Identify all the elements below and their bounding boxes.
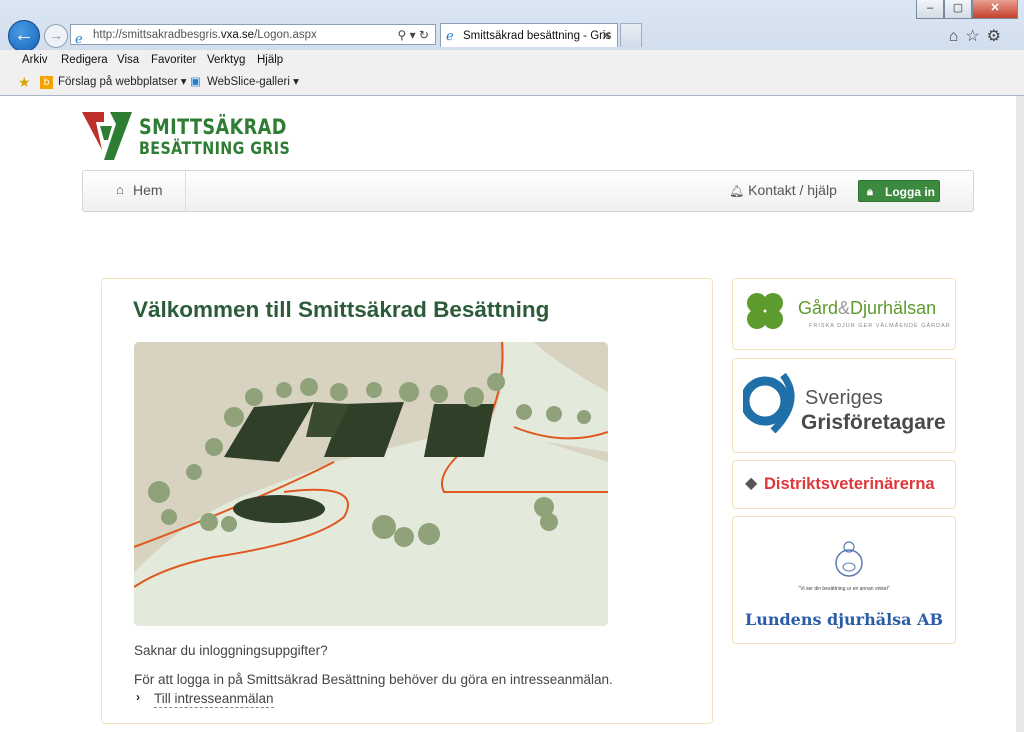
clover-logo-icon: [747, 293, 783, 329]
registration-info-text: För att logga in på Smittsäkrad Besättni…: [134, 672, 613, 687]
back-button[interactable]: ←: [8, 20, 40, 52]
logo-line-2: BESÄTTNING GRIS: [139, 139, 291, 159]
menu-help[interactable]: Hjälp: [257, 50, 283, 70]
dv-logo-icon: ◆: [745, 475, 758, 492]
farm-illustration: [134, 342, 608, 626]
home-icon: ⌂: [116, 182, 124, 197]
logo-line-1: SMITTSÄKRAD: [139, 115, 287, 139]
smittsakrad-logo-icon: [82, 112, 132, 160]
gd-name: Gård&Djurhälsan: [798, 298, 937, 318]
chevron-right-icon: ›: [136, 690, 140, 704]
arrow-left-icon: ←: [14, 24, 34, 46]
bing-icon: b: [40, 76, 53, 89]
sg-line1: Sveriges: [805, 387, 883, 409]
menu-favorites[interactable]: Favoriter: [151, 50, 196, 70]
partner-sveriges-grisforetagare[interactable]: Sveriges Grisföretagare: [732, 358, 956, 453]
browser-tab[interactable]: ℯ Smittsäkrad besättning - Gris ✕: [440, 23, 618, 47]
close-window-button[interactable]: ✕: [972, 0, 1018, 19]
window-controls: – ▢ ✕: [916, 0, 1018, 19]
gear-icon[interactable]: ⚙: [987, 28, 1008, 45]
scrollbar[interactable]: [1016, 96, 1024, 732]
favorites-bar: ★ b Förslag på webbplatser ▾ ▣ WebSlice-…: [0, 70, 1024, 96]
partner-distriktsveterinarerna[interactable]: ◆ Distriktsveterinärerna: [732, 460, 956, 509]
webslice-gallery-link[interactable]: WebSlice-galleri ▾: [207, 70, 299, 95]
login-button[interactable]: 🔒︎ Logga in: [858, 180, 940, 202]
address-bar[interactable]: ℯ http://smittsakradbesgris.vxa.se/Logon…: [70, 24, 436, 46]
maximize-button[interactable]: ▢: [944, 0, 972, 19]
nav-contact-label: Kontakt / hjälp: [748, 182, 837, 198]
new-tab-button[interactable]: [620, 23, 642, 47]
menu-view[interactable]: Visa: [117, 50, 139, 70]
address-url: http://smittsakradbesgris.vxa.se/Logon.a…: [93, 29, 317, 41]
menu-edit[interactable]: Redigera: [61, 50, 108, 70]
webslice-icon: ▣: [190, 76, 201, 88]
ie-page-icon: ℯ: [75, 31, 83, 46]
search-refresh-icon[interactable]: ⚲ ▾ ↻: [397, 25, 429, 46]
dv-name: Distriktsveterinärerna: [764, 475, 935, 493]
nav-contact[interactable]: 🔔︎ Kontakt / hjälp: [729, 171, 837, 210]
forward-button[interactable]: →: [44, 24, 68, 48]
gd-tagline: FRISKA DJUR GER VÄLMÅENDE GÅRDAR: [809, 323, 951, 329]
suggested-sites-link[interactable]: Förslag på webbplatser ▾: [58, 70, 187, 95]
nav-home[interactable]: ⌂ Hem: [83, 171, 186, 211]
minimize-button[interactable]: –: [916, 0, 944, 19]
sg-line2: Grisföretagare: [801, 411, 946, 434]
bell-icon: 🔔︎: [729, 184, 745, 198]
login-button-label: Logga in: [885, 185, 935, 199]
favorites-star-icon[interactable]: ☆: [965, 28, 986, 45]
lock-icon: 🔒︎: [867, 186, 873, 198]
favorites-star-icon[interactable]: ★: [18, 70, 31, 95]
navbar: ⌂ Hem 🔔︎ Kontakt / hjälp 🔒︎ Logga in: [82, 170, 974, 212]
menu-tools[interactable]: Verktyg: [207, 50, 245, 70]
menu-file[interactable]: Arkiv: [22, 50, 48, 70]
sg-logo-icon: [743, 372, 795, 433]
tab-title: Smittsäkrad besättning - Gris: [463, 30, 612, 42]
ld-name: Lundens djurhälsa AB: [744, 610, 944, 629]
partner-lundens-djurhalsa[interactable]: "Vi ser din besättning ur en annan vinke…: [732, 516, 956, 644]
close-tab-icon[interactable]: ✕: [601, 24, 612, 48]
toolbar-icons: ⌂☆⚙: [949, 26, 1008, 46]
missing-credentials-question: Saknar du inloggningsuppgifter?: [134, 643, 328, 658]
nav-home-label: Hem: [133, 182, 163, 198]
interest-registration-link[interactable]: Till intresseanmälan: [154, 690, 274, 708]
ld-motto: "Vi ser din besättning ur en annan vinke…: [798, 586, 890, 592]
home-icon[interactable]: ⌂: [949, 28, 966, 45]
partner-gard-djurhalsan[interactable]: Gård&Djurhälsan FRISKA DJUR GER VÄLMÅEND…: [732, 278, 956, 350]
welcome-heading: Välkommen till Smittsäkrad Besättning: [133, 297, 550, 322]
pig-logo-icon: [835, 541, 863, 577]
ie-tab-icon: ℯ: [446, 28, 454, 43]
arrow-right-icon: →: [49, 27, 63, 43]
menu-bar: Arkiv Redigera Visa Favoriter Verktyg Hj…: [0, 50, 1024, 70]
